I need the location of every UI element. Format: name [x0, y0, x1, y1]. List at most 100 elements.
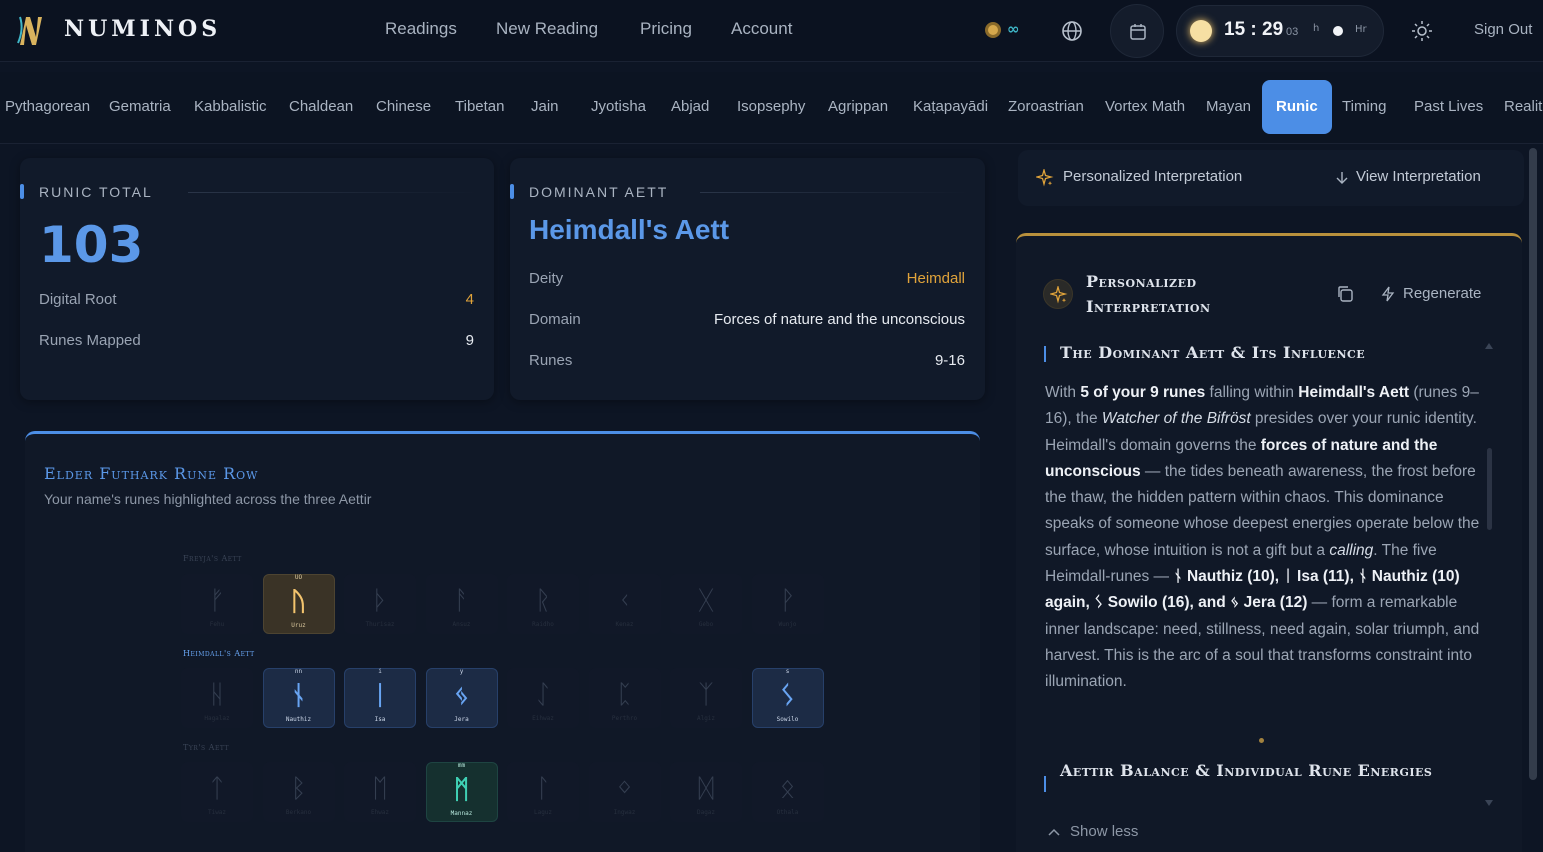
rune-name: Algiz [696, 715, 716, 722]
tab-pythagorean[interactable]: Pythagorean [5, 98, 90, 115]
runic-total-value: 103 [39, 216, 144, 274]
show-less-button[interactable]: Show less [1070, 823, 1138, 840]
credits-count[interactable]: ∞ [1007, 20, 1020, 38]
rune-glyph: ᛃ [453, 681, 470, 711]
tab-abjad[interactable]: Abjad [671, 98, 709, 115]
digital-root-label: Digital Root [39, 291, 117, 308]
globe-language-icon[interactable] [1061, 20, 1083, 42]
rune-name: Berkano [285, 809, 312, 816]
rune-tile-gebo[interactable]: ᚷ Gebo [670, 574, 742, 634]
clock-12h-option[interactable]: h [1313, 23, 1319, 34]
rune-tile-dagaz[interactable]: ᛞ Dagaz [670, 762, 742, 822]
rune-row-title: Elder Futhark Rune Row [44, 464, 259, 483]
rune-tile-perthro[interactable]: ᛈ Perthro [588, 668, 661, 728]
deity-value: Heimdall [906, 270, 965, 287]
rune-tile-uruz[interactable]: ᚢ Uruz UO [262, 574, 335, 634]
regenerate-button[interactable]: Regenerate [1403, 285, 1481, 302]
rune-glyph: ᛊ [779, 681, 796, 711]
sign-out-link[interactable]: Sign Out [1474, 21, 1532, 38]
tab-katapayadi[interactable]: Kaṭapayādi [913, 98, 988, 115]
dominant-aett-heading: DOMINANT AETT [509, 184, 669, 200]
tab-vortex-math[interactable]: Vortex Math [1105, 98, 1185, 115]
tab-kabbalistic[interactable]: Kabbalistic [194, 98, 267, 115]
rune-name: Isa [374, 716, 386, 723]
paragraph-segment: falling within [1205, 384, 1299, 401]
rune-tile-ingwaz[interactable]: ᛜ Ingwaz [588, 762, 661, 822]
view-interpretation-button[interactable]: View Interpretation [1356, 168, 1481, 185]
numinos-logo-icon[interactable] [16, 13, 48, 47]
rune-glyph: ᚦ [372, 586, 388, 616]
tab-mayan[interactable]: Mayan [1206, 98, 1251, 115]
arrow-down-icon [1336, 172, 1348, 184]
copy-icon[interactable] [1336, 285, 1354, 303]
page-scrollbar[interactable] [1529, 148, 1537, 780]
tab-zoroastrian[interactable]: Zoroastrian [1008, 98, 1084, 115]
rune-glyph: ᛒ [290, 774, 307, 804]
rune-tile-tiwaz[interactable]: ᛏ Tiwaz [181, 762, 253, 822]
runes-range-label: Runes [529, 352, 573, 369]
rune-tile-mannaz[interactable]: ᛗ Mannaz mm [425, 762, 498, 822]
rune-letter-tag: i [378, 668, 382, 675]
interpretation-scrollbar[interactable] [1487, 448, 1492, 530]
dominant-aett-title: Heimdall's Aett [529, 214, 730, 245]
rune-tile-ehwaz[interactable]: ᛖ Ehwaz [344, 762, 416, 822]
rune-tile-hagalaz[interactable]: ᚺ Hagalaz [181, 668, 253, 728]
tab-past-lives[interactable]: Past Lives [1414, 98, 1483, 115]
rune-name: Uruz [291, 622, 306, 629]
theme-sun-icon[interactable] [1411, 20, 1433, 42]
rune-tile-othala[interactable]: ᛟ Othala [751, 762, 824, 822]
rune-glyph: ᚹ [779, 586, 796, 616]
nav-readings[interactable]: Readings [385, 19, 457, 39]
rune-tile-eihwaz[interactable]: ᛇ Eihwaz [507, 668, 579, 728]
interpretation-panel: Personalized Interpretation Regenerate T… [1016, 233, 1522, 852]
section-aettir-balance-title: Aettir Balance & Individual Rune Energie… [1060, 761, 1433, 780]
tab-reality[interactable]: Realit [1504, 98, 1542, 115]
chevron-up-icon [1048, 828, 1060, 836]
nav-new-reading[interactable]: New Reading [496, 19, 598, 39]
tab-isopsephy[interactable]: Isopsephy [737, 98, 805, 115]
tab-gematria[interactable]: Gematria [109, 98, 171, 115]
rune-tile-ansuz[interactable]: ᚨ Ansuz [425, 574, 498, 634]
heading-divider [700, 192, 970, 193]
rune-tile-nauthiz[interactable]: ᚾ Nauthiz nn [262, 668, 335, 728]
rune-tile-fehu[interactable]: ᚠ Fehu [181, 574, 253, 634]
tab-chaldean[interactable]: Chaldean [289, 98, 353, 115]
calendar-icon [1130, 24, 1146, 40]
nav-pricing[interactable]: Pricing [640, 19, 692, 39]
tab-timing[interactable]: Timing [1342, 98, 1386, 115]
rune-glyph: ᛗ [453, 775, 470, 805]
rune-glyph: ᛁ [372, 681, 388, 711]
calendar-button[interactable] [1110, 4, 1164, 58]
rune-glyph: ᛜ [616, 774, 633, 804]
tab-agrippan[interactable]: Agrippan [828, 98, 888, 115]
tab-jyotisha[interactable]: Jyotisha [591, 98, 646, 115]
deity-label: Deity [529, 270, 564, 287]
nav-account[interactable]: Account [731, 19, 792, 39]
rune-glyph: ᛟ [779, 774, 796, 804]
runes-mapped-label: Runes Mapped [39, 332, 141, 349]
tab-chinese[interactable]: Chinese [376, 98, 431, 115]
clock-24h-option[interactable]: Hr [1355, 24, 1367, 35]
rune-tile-laguz[interactable]: ᛚ Laguz [507, 762, 579, 822]
rune-tile-isa[interactable]: ᛁ Isa i [344, 668, 416, 728]
rune-tile-raidho[interactable]: ᚱ Raidho [507, 574, 579, 634]
sparkle-icon [1036, 169, 1054, 187]
scroll-up-icon[interactable] [1484, 342, 1494, 350]
rune-name: Gebo [698, 621, 714, 628]
rune-tile-algiz[interactable]: ᛉ Algiz [670, 668, 742, 728]
scroll-down-icon[interactable] [1484, 799, 1494, 807]
rune-tile-thurisaz[interactable]: ᚦ Thurisaz [344, 574, 416, 634]
rune-tile-jera[interactable]: ᛃ Jera y [425, 668, 498, 728]
rune-glyph: ᚲ [616, 586, 633, 616]
rune-tile-kenaz[interactable]: ᚲ Kenaz [588, 574, 661, 634]
domain-label: Domain [529, 311, 581, 328]
tab-jain[interactable]: Jain [531, 98, 559, 115]
rune-glyph: ᚷ [698, 586, 714, 616]
tab-tibetan[interactable]: Tibetan [455, 98, 504, 115]
brand-name[interactable]: NUMINOS [64, 16, 221, 42]
tab-runic[interactable]: Runic [1262, 80, 1332, 134]
rune-tile-berkano[interactable]: ᛒ Berkano [262, 762, 335, 822]
rune-tile-sowilo[interactable]: ᛊ Sowilo s [751, 668, 824, 728]
clock-format-toggle[interactable] [1333, 26, 1343, 36]
rune-tile-wunjo[interactable]: ᚹ Wunjo [751, 574, 824, 634]
